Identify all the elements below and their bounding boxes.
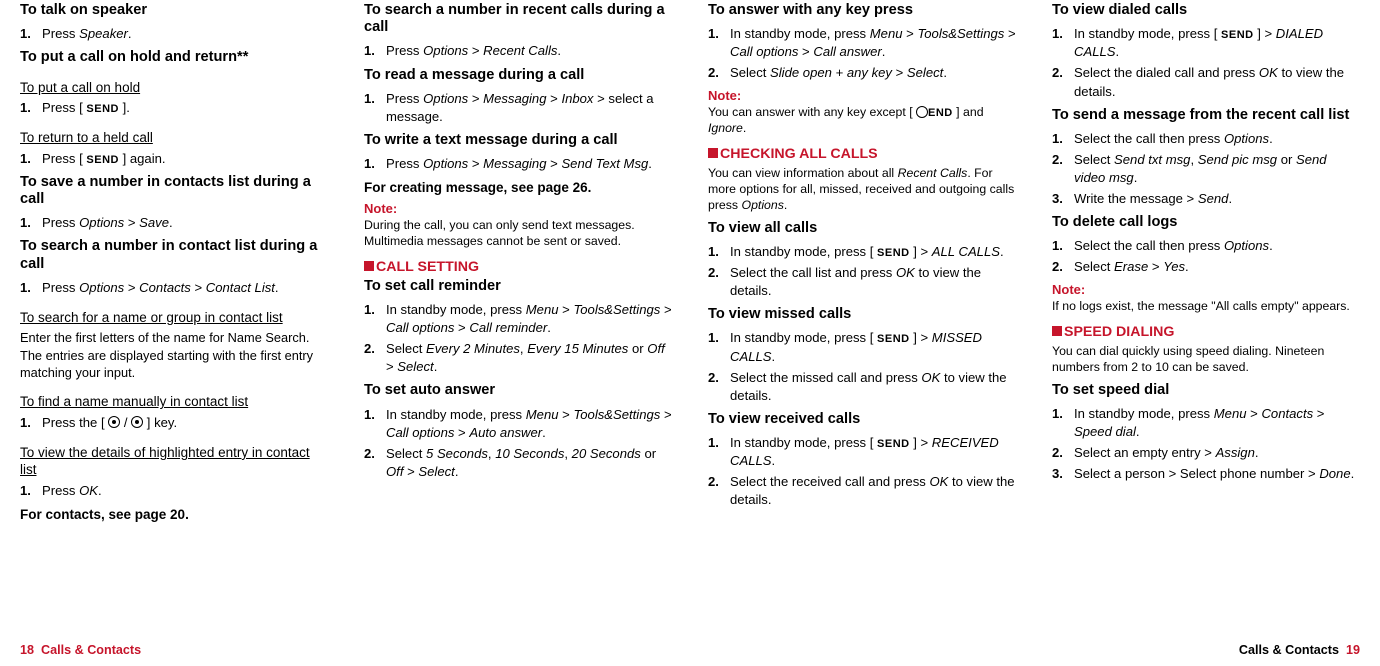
step: 1.Press Options > Contacts > Contact Lis… [20, 279, 328, 297]
send-icon: SEND [86, 103, 119, 115]
cross-ref: For creating message, see page 26. [364, 179, 672, 197]
step: 1.Press Options > Messaging > Send Text … [364, 155, 672, 173]
nav-down-icon [131, 416, 143, 428]
heading-save-number: To save a number in contacts list during… [20, 174, 328, 208]
section-title: Calls & Contacts [1239, 643, 1339, 657]
step: 1.Select the call then press Options. [1052, 237, 1360, 255]
note-text: If no logs exist, the message "All calls… [1052, 299, 1360, 315]
step: 2.Select the call list and press OK to v… [708, 264, 1016, 300]
subheading-find-manual: To find a name manually in contact list [20, 393, 248, 411]
nav-up-icon [108, 416, 120, 428]
heading-view-received: To view received calls [708, 411, 1016, 428]
step: 1.In standby mode, press Menu > Tools&Se… [708, 25, 1016, 61]
footer: 18 Calls & Contacts Calls & Contacts 19 [0, 642, 1380, 660]
step: 1.Select the call then press Options. [1052, 130, 1360, 148]
section-speed-dialing: SPEED DIALING [1052, 323, 1360, 341]
step: 1.In standby mode, press [ SEND ] > RECE… [708, 434, 1016, 470]
note-text: You can answer with any key except [ END… [708, 105, 1016, 137]
step: 2.Select 5 Seconds, 10 Seconds, 20 Secon… [364, 445, 672, 481]
heading-talk-speaker: To talk on speaker [20, 2, 328, 19]
body-text: Enter the first letters of the name for … [20, 329, 328, 381]
page-number: 19 [1346, 643, 1360, 657]
subheading-return-held: To return to a held call [20, 129, 153, 147]
column-4: To view dialed calls 1.In standby mode, … [1052, 0, 1360, 640]
note-label: Note: [1052, 282, 1360, 299]
step: 2.Select the received call and press OK … [708, 473, 1016, 509]
step: 1.Press Options > Save. [20, 214, 328, 232]
step: 3.Write the message > Send. [1052, 190, 1360, 208]
step: 1.Press [ SEND ]. [20, 99, 328, 117]
cross-ref: For contacts, see page 20. [20, 506, 328, 524]
end-icon: END [928, 107, 953, 119]
square-icon [364, 261, 374, 271]
step: 2.Select Slide open + any key > Select. [708, 64, 1016, 82]
step: 2.Select Erase > Yes. [1052, 258, 1360, 276]
heading-read-msg: To read a message during a call [364, 67, 672, 84]
manual-spread: To talk on speaker 1.Press Speaker. To p… [0, 0, 1380, 640]
power-icon [916, 106, 928, 118]
step: 1.Press [ SEND ] again. [20, 150, 328, 168]
heading-reminder: To set call reminder [364, 278, 672, 295]
footer-left: 18 Calls & Contacts [20, 642, 141, 660]
square-icon [1052, 326, 1062, 336]
body-text: You can dial quickly using speed dialing… [1052, 344, 1360, 376]
column-2: To search a number in recent calls durin… [364, 0, 672, 640]
heading-search-recent: To search a number in recent calls durin… [364, 2, 672, 36]
step: 1.Press Speaker. [20, 25, 328, 43]
step: 1.Press Options > Recent Calls. [364, 42, 672, 60]
step: 1.In standby mode, press [ SEND ] > MISS… [708, 329, 1016, 365]
section-call-setting: CALL SETTING [364, 258, 672, 276]
square-icon [708, 148, 718, 158]
step: 3.Select a person > Select phone number … [1052, 465, 1360, 483]
step: 2.Select Every 2 Minutes, Every 15 Minut… [364, 340, 672, 376]
step: 1.Press the [ / ] key. [20, 414, 328, 432]
note-label: Note: [364, 201, 672, 218]
heading-any-key: To answer with any key press [708, 2, 1016, 19]
send-icon: SEND [877, 438, 910, 450]
heading-set-speed-dial: To set speed dial [1052, 382, 1360, 399]
step: 1.Press Options > Messaging > Inbox > se… [364, 90, 672, 126]
step: 1.In standby mode, press [ SEND ] > ALL … [708, 243, 1016, 261]
send-icon: SEND [877, 333, 910, 345]
note-label: Note: [708, 88, 1016, 105]
subheading-view-details: To view the details of highlighted entry… [20, 444, 328, 479]
send-icon: SEND [877, 247, 910, 259]
subheading-put-hold: To put a call on hold [20, 79, 140, 97]
step: 2.Select the dialed call and press OK to… [1052, 64, 1360, 100]
footer-right: Calls & Contacts 19 [1239, 642, 1360, 660]
column-1: To talk on speaker 1.Press Speaker. To p… [20, 0, 328, 640]
column-3: To answer with any key press 1.In standb… [708, 0, 1016, 640]
heading-view-dialed: To view dialed calls [1052, 2, 1360, 19]
step: 2.Select Send txt msg, Send pic msg or S… [1052, 151, 1360, 187]
page-number: 18 [20, 643, 34, 657]
note-text: During the call, you can only send text … [364, 218, 672, 250]
heading-view-all: To view all calls [708, 220, 1016, 237]
step: 1.In standby mode, press Menu > Tools&Se… [364, 406, 672, 442]
step: 1.In standby mode, press Menu > Tools&Se… [364, 301, 672, 337]
step: 1.In standby mode, press Menu > Contacts… [1052, 405, 1360, 441]
step: 1.In standby mode, press [ SEND ] > DIAL… [1052, 25, 1360, 61]
body-text: You can view information about all Recen… [708, 166, 1016, 214]
heading-search-contact: To search a number in contact list durin… [20, 238, 328, 272]
heading-write-msg: To write a text message during a call [364, 132, 672, 149]
section-title: Calls & Contacts [41, 643, 141, 657]
subheading-search-name-group: To search for a name or group in contact… [20, 309, 283, 327]
heading-view-missed: To view missed calls [708, 306, 1016, 323]
step: 2.Select the missed call and press OK to… [708, 369, 1016, 405]
send-icon: SEND [86, 154, 119, 166]
section-checking-calls: CHECKING ALL CALLS [708, 145, 1016, 163]
step: 2.Select an empty entry > Assign. [1052, 444, 1360, 462]
heading-auto-answer: To set auto answer [364, 382, 672, 399]
heading-delete-logs: To delete call logs [1052, 214, 1360, 231]
step: 1.Press OK. [20, 482, 328, 500]
heading-send-msg-recent: To send a message from the recent call l… [1052, 107, 1360, 124]
send-icon: SEND [1221, 29, 1254, 41]
heading-hold-return: To put a call on hold and return** [20, 49, 328, 66]
